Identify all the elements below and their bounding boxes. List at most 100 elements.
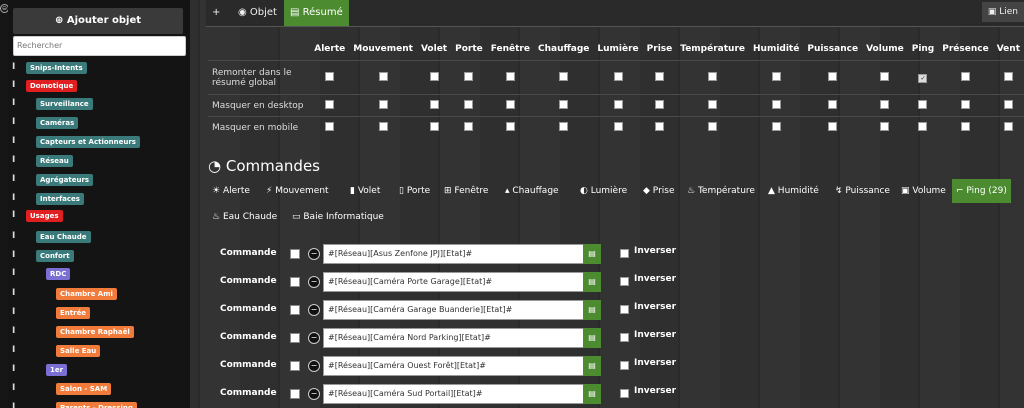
resume-checkbox[interactable] [771, 71, 781, 81]
drag-handle-icon[interactable]: I [12, 364, 15, 374]
command-input[interactable]: #[Réseau][Caméra Garage Buanderie][Etat]… [323, 300, 585, 320]
resume-checkbox[interactable] [505, 121, 515, 131]
resume-checkbox[interactable] [654, 99, 664, 109]
resume-checkbox[interactable] [378, 71, 388, 81]
drag-handle-icon[interactable]: I [12, 402, 15, 408]
invert-checkbox[interactable] [620, 249, 629, 258]
list-icon[interactable]: ▤ [583, 300, 601, 320]
invert-checkbox[interactable] [620, 305, 629, 314]
invert-checkbox[interactable] [620, 389, 629, 398]
command-checkbox[interactable] [290, 333, 300, 343]
resume-checkbox[interactable] [613, 71, 623, 81]
command-checkbox[interactable] [290, 361, 300, 371]
list-icon[interactable]: ▤ [583, 384, 601, 404]
search-input[interactable]: Rechercher [13, 36, 186, 56]
remove-icon[interactable]: − [308, 360, 320, 372]
category-tab[interactable]: ▮ Volet [346, 179, 384, 203]
category-tab[interactable]: ↯ Puissance [831, 179, 894, 203]
category-tab[interactable]: ♨ Température [683, 179, 759, 203]
drag-handle-icon[interactable]: I [12, 117, 15, 127]
drag-handle-icon[interactable]: I [12, 268, 15, 278]
resume-checkbox[interactable] [464, 71, 474, 81]
resume-checkbox[interactable] [880, 121, 890, 131]
drag-handle-icon[interactable]: I [12, 326, 15, 336]
add-plus-button[interactable]: + [206, 0, 226, 26]
drag-handle-icon[interactable]: I [12, 231, 15, 241]
tab-resume[interactable]: ▤ Résumé [284, 0, 349, 26]
command-checkbox[interactable] [290, 249, 300, 259]
command-input[interactable]: #[Réseau][Asus Zenfone JPJ][Etat]# [323, 244, 585, 264]
resume-checkbox[interactable] [378, 99, 388, 109]
add-object-button[interactable]: ⊕ Ajouter objet [13, 8, 183, 34]
resume-checkbox[interactable] [325, 99, 335, 109]
resume-checkbox[interactable] [378, 121, 388, 131]
resume-checkbox[interactable] [828, 99, 838, 109]
resume-checkbox[interactable] [771, 99, 781, 109]
resume-checkbox[interactable] [505, 71, 515, 81]
category-tab[interactable]: ⌐ Ping (29) [952, 179, 1011, 203]
resume-checkbox[interactable] [960, 71, 970, 81]
category-tab[interactable]: ◆ Prise [639, 179, 679, 203]
drag-handle-icon[interactable]: I [12, 62, 15, 72]
resume-checkbox[interactable] [429, 121, 439, 131]
category-tab[interactable]: ☀ Alerte [208, 179, 254, 203]
command-checkbox[interactable] [290, 389, 300, 399]
remove-icon[interactable]: − [308, 388, 320, 400]
resume-checkbox[interactable] [880, 71, 890, 81]
command-input[interactable]: #[Réseau][Caméra Nord Parking][Etat]# [323, 328, 585, 348]
drag-handle-icon[interactable]: I [12, 80, 15, 90]
category-tab[interactable]: ⊞ Fenêtre [440, 179, 492, 203]
drag-handle-icon[interactable]: I [12, 136, 15, 146]
resume-checkbox[interactable] [464, 121, 474, 131]
resume-checkbox[interactable] [1003, 71, 1013, 81]
resume-checkbox[interactable] [464, 99, 474, 109]
resume-checkbox[interactable] [708, 71, 718, 81]
resume-checkbox[interactable] [828, 71, 838, 81]
list-icon[interactable]: ▤ [583, 244, 601, 264]
command-input[interactable]: #[Réseau][Caméra Sud Portail][Etat]# [323, 384, 585, 404]
resume-checkbox[interactable] [880, 99, 890, 109]
drag-handle-icon[interactable]: I [12, 210, 15, 220]
command-input[interactable]: #[Réseau][Caméra Porte Garage][Etat]# [323, 272, 585, 292]
category-tab[interactable]: ▭ Baie Informatique [288, 205, 388, 229]
link-button[interactable]: ▣ Lien [981, 2, 1024, 22]
remove-icon[interactable]: − [308, 248, 320, 260]
command-input[interactable]: #[Réseau][Caméra Ouest Forêt][Etat]# [323, 356, 585, 376]
remove-icon[interactable]: − [308, 332, 320, 344]
resume-checkbox[interactable] [828, 121, 838, 131]
category-tab[interactable]: ⚡ Mouvement [262, 179, 333, 203]
resume-checkbox[interactable] [1003, 99, 1013, 109]
resume-checkbox[interactable] [429, 99, 439, 109]
invert-checkbox[interactable] [620, 277, 629, 286]
category-tab[interactable]: ▲ Humidité [764, 179, 823, 203]
drag-handle-icon[interactable]: I [12, 155, 15, 165]
resume-checkbox[interactable] [559, 71, 569, 81]
drag-handle-icon[interactable]: I [12, 193, 15, 203]
list-icon[interactable]: ▤ [583, 356, 601, 376]
resume-checkbox[interactable]: ✓ [918, 73, 928, 83]
list-icon[interactable]: ▤ [583, 272, 601, 292]
resume-checkbox[interactable] [613, 99, 623, 109]
resume-checkbox[interactable] [1003, 121, 1013, 131]
drag-handle-icon[interactable]: I [12, 288, 15, 298]
resume-checkbox[interactable] [708, 99, 718, 109]
category-tab[interactable]: ▯ Porte [395, 179, 434, 203]
resume-checkbox[interactable] [325, 121, 335, 131]
command-checkbox[interactable] [290, 305, 300, 315]
category-tab[interactable]: ♨ Eau Chaude [208, 205, 281, 229]
resume-checkbox[interactable] [654, 121, 664, 131]
command-checkbox[interactable] [290, 277, 300, 287]
drag-handle-icon[interactable]: I [12, 174, 15, 184]
category-tab[interactable]: ◐ Lumière [576, 179, 631, 203]
category-tab[interactable]: ▣ Volume [897, 179, 950, 203]
remove-icon[interactable]: − [308, 276, 320, 288]
drag-handle-icon[interactable]: I [12, 383, 15, 393]
resume-checkbox[interactable] [559, 99, 569, 109]
category-tab[interactable]: ▴ Chauffage [501, 179, 563, 203]
resume-checkbox[interactable] [429, 71, 439, 81]
invert-checkbox[interactable] [620, 361, 629, 370]
resume-checkbox[interactable] [559, 121, 569, 131]
drag-handle-icon[interactable]: I [12, 98, 15, 108]
resume-checkbox[interactable] [708, 121, 718, 131]
resume-checkbox[interactable] [613, 121, 623, 131]
